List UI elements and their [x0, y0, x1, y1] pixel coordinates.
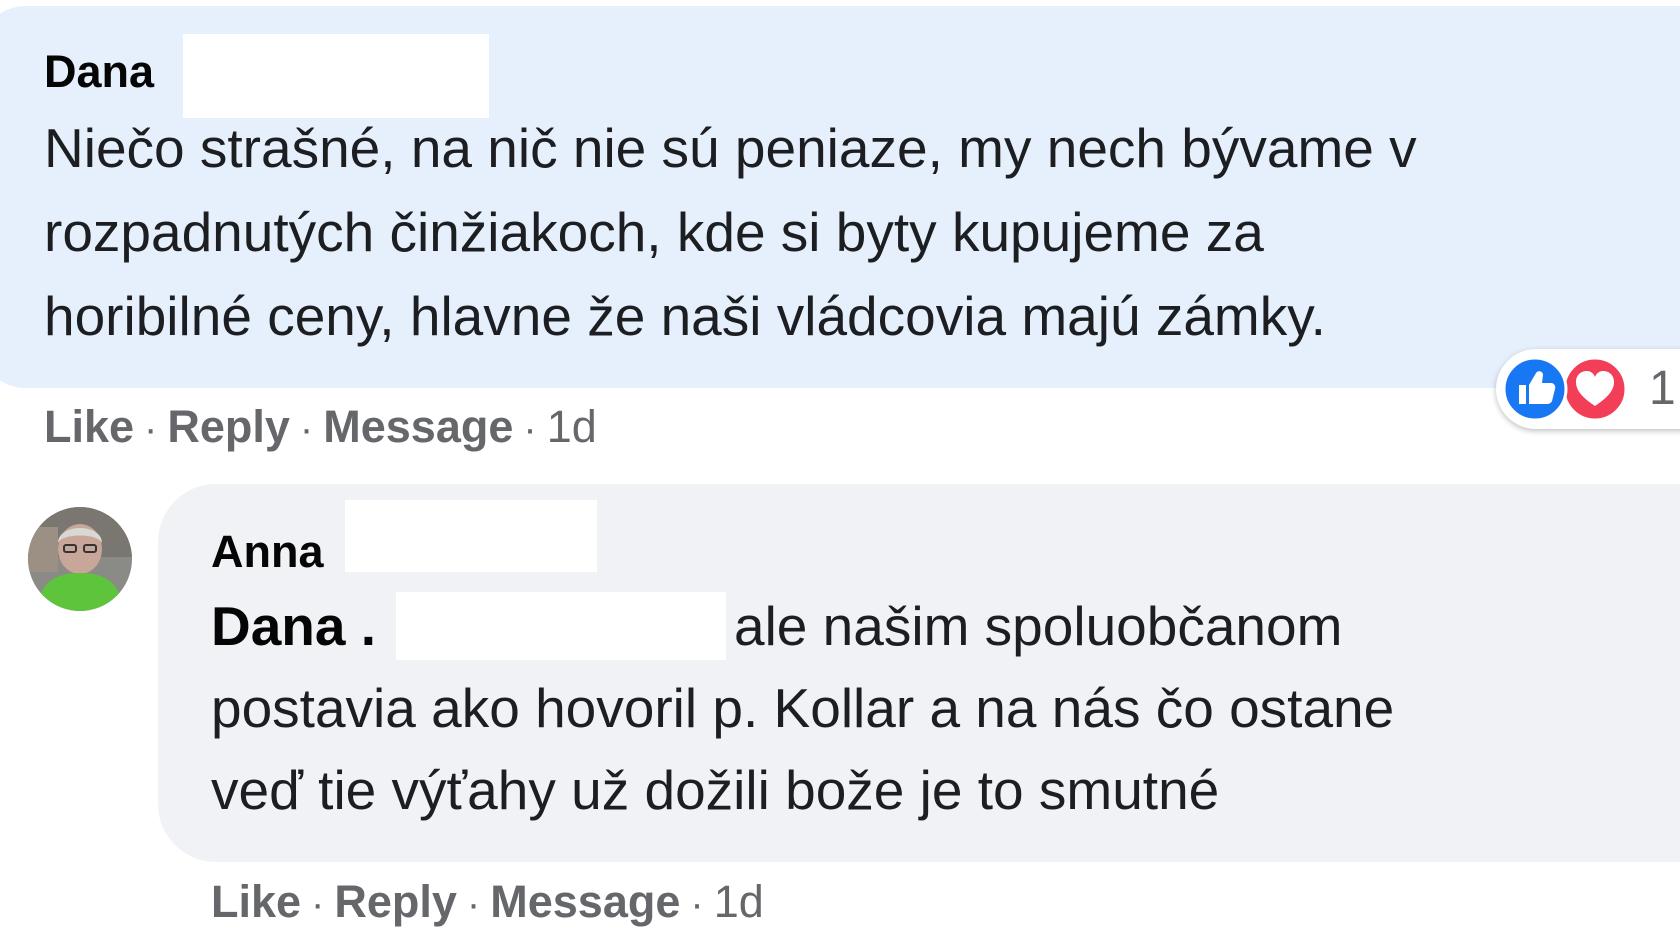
comment-text-line-1: Dana . — [211, 584, 376, 668]
comment-text-line-1: Niečo strašné, na nič nie sú peniaze, my… — [44, 117, 1417, 179]
message-button[interactable]: Message — [323, 401, 513, 452]
thumbs-up-icon — [1502, 356, 1568, 422]
reaction-count: 1 — [1649, 362, 1676, 415]
separator: · — [299, 407, 314, 451]
comment-author-2[interactable]: Anna — [211, 524, 324, 580]
separator: · — [466, 882, 481, 926]
comment-text-line-3: horibilné ceny, hlavne že naši vládcovia… — [44, 285, 1326, 347]
reactions-summary[interactable]: 1 — [1496, 349, 1680, 429]
redacted-surname-2 — [345, 500, 597, 572]
heart-icon — [1562, 356, 1628, 422]
reply-button[interactable]: Reply — [334, 876, 457, 927]
comment-author-1[interactable]: Dana — [44, 44, 154, 100]
comment-actions-1: Like · Reply · Message · 1d — [44, 399, 597, 457]
comment-text-line-2: rozpadnutých činžiakoch, kde si byty kup… — [44, 201, 1264, 263]
like-button[interactable]: Like — [44, 401, 134, 452]
comment-actions-2: Like · Reply · Message · 1d — [211, 874, 764, 932]
avatar[interactable] — [28, 507, 132, 611]
separator: · — [144, 407, 158, 451]
comment-text-line-3: veď tie výťahy už dožili bože je to smut… — [211, 759, 1220, 821]
reply-button[interactable]: Reply — [167, 401, 290, 452]
comment-text-line-2: postavia ako hovoril p. Kollar a na nás … — [211, 677, 1395, 739]
redacted-mention-surname — [396, 592, 726, 660]
comment-timestamp[interactable]: 1d — [547, 401, 597, 452]
message-button[interactable]: Message — [490, 876, 680, 927]
comment-text-line-1-rest: ale našim spoluobčanom — [734, 595, 1343, 657]
mention-tag[interactable]: Dana . — [211, 595, 376, 657]
like-button[interactable]: Like — [211, 876, 301, 927]
separator: · — [523, 407, 537, 451]
separator: · — [690, 882, 704, 926]
separator: · — [311, 882, 325, 926]
comment-timestamp[interactable]: 1d — [714, 876, 764, 927]
avatar-image — [28, 507, 132, 611]
